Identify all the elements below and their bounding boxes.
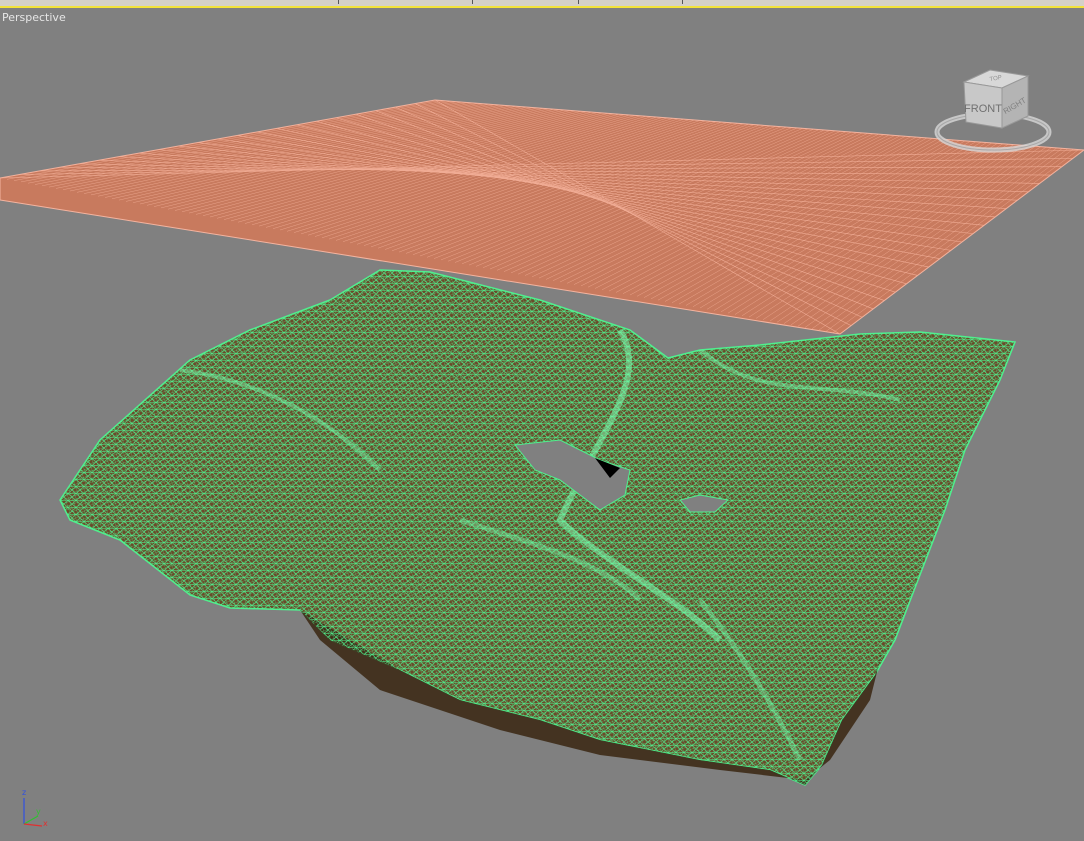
axis-tripod-icon: z y x [22,788,48,828]
terrain-mesh[interactable] [40,260,1040,800]
axis-x-label: x [43,819,48,828]
grid-plane[interactable] [0,99,1084,335]
axis-z-label: z [22,788,26,797]
axis-y-label: y [36,807,41,816]
perspective-viewport[interactable]: Perspective FRONT RIGHT TOP z y x [0,0,1084,841]
scene-canvas[interactable] [0,0,1084,841]
viewcube-front-label[interactable]: FRONT [964,103,1002,115]
viewcube-icon[interactable]: FRONT RIGHT TOP [930,62,1060,162]
